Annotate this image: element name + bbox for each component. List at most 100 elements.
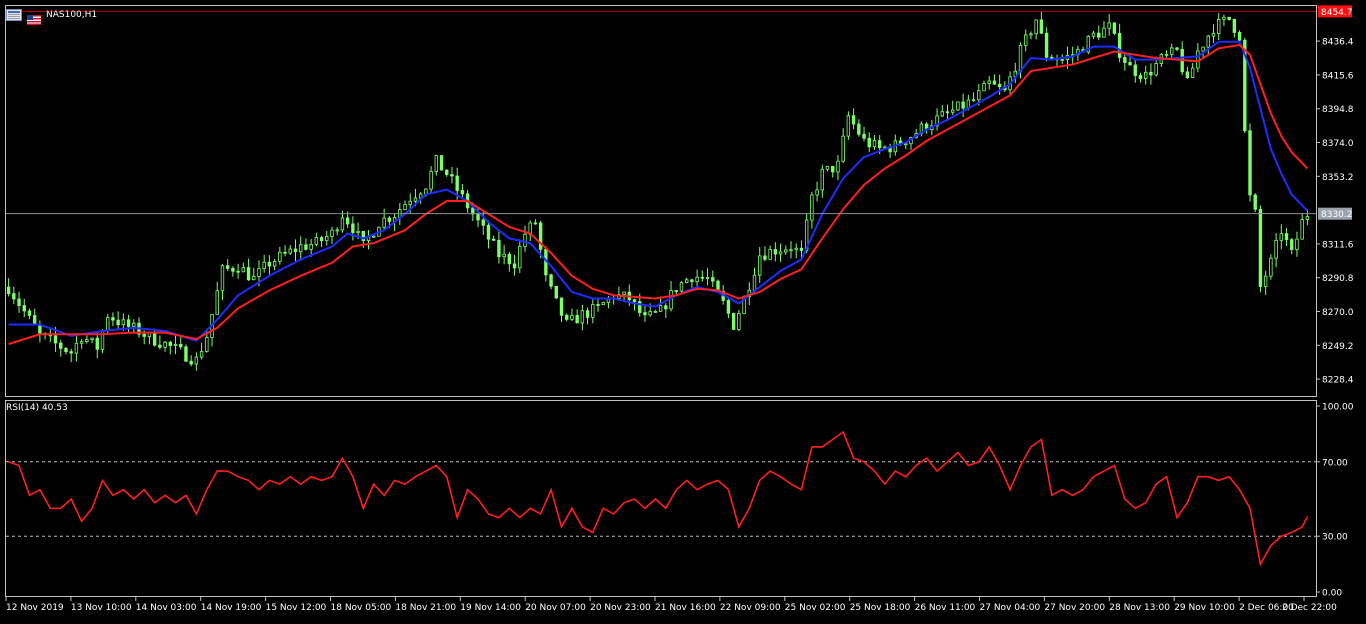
candle <box>711 270 715 288</box>
candle <box>106 314 110 335</box>
candle <box>215 281 219 315</box>
candle <box>1284 228 1289 246</box>
candle <box>319 235 324 248</box>
time-axis: 12 Nov 2019 13 Nov 10:00 14 Nov 03:00 14 No… <box>5 597 1337 613</box>
candle <box>575 309 579 324</box>
candle <box>841 128 845 164</box>
candle <box>758 247 762 283</box>
candle <box>283 245 287 257</box>
candle <box>299 236 303 261</box>
candle <box>596 297 600 312</box>
candle <box>241 262 246 273</box>
rsi-panel[interactable] <box>6 430 1316 567</box>
candle <box>971 92 976 102</box>
candle <box>951 100 955 116</box>
candle <box>491 235 496 242</box>
candle <box>17 291 21 313</box>
rsi-axis: 100.00 70.00 30.00 0.00 <box>1316 403 1354 599</box>
candle <box>1258 205 1263 293</box>
time-tick-label: 25 Nov 18:00 <box>850 603 911 613</box>
candle <box>220 263 225 301</box>
candle <box>961 93 965 117</box>
candle <box>1024 29 1028 52</box>
candle <box>815 181 819 202</box>
time-tick-label: 20 Nov 07:00 <box>525 603 586 613</box>
ma-slow-line <box>8 43 1309 345</box>
price-tick-label: 8394.8 <box>1322 105 1354 115</box>
candle <box>1112 22 1117 36</box>
candle <box>643 304 647 322</box>
candle <box>794 243 798 259</box>
candle <box>611 295 616 305</box>
candle <box>1091 30 1096 39</box>
candle <box>851 108 856 130</box>
price-axis: 8454.7 8330.2 8436.4 8415.6 8394.8 8374.0 8353… <box>1316 5 1354 386</box>
candle <box>272 259 277 270</box>
candle <box>1143 65 1148 85</box>
candle <box>1295 231 1299 257</box>
candle <box>173 335 178 355</box>
time-tick-label: 21 Nov 16:00 <box>655 603 716 613</box>
candle <box>549 273 553 290</box>
candle <box>705 268 710 286</box>
candle <box>956 101 960 112</box>
candle <box>857 119 861 137</box>
candle <box>132 319 136 334</box>
candle <box>1232 18 1237 38</box>
candle <box>820 164 825 198</box>
candle <box>351 216 355 241</box>
candle <box>1274 233 1278 268</box>
price-tick-label: 8270.0 <box>1322 308 1354 318</box>
candle <box>935 108 939 131</box>
time-tick-label: 12 Nov 2019 <box>6 603 64 613</box>
candle <box>1097 25 1101 41</box>
candle <box>382 208 386 230</box>
candle <box>486 220 491 249</box>
candle <box>111 312 115 327</box>
candle <box>293 239 298 262</box>
candle <box>429 166 433 194</box>
candle <box>512 254 517 276</box>
candle <box>1300 213 1304 240</box>
candle <box>69 348 73 363</box>
candle <box>726 296 731 319</box>
candle <box>1123 52 1127 71</box>
candle <box>1149 63 1153 85</box>
price-panel[interactable] <box>6 10 1316 371</box>
candle <box>987 75 991 90</box>
candle <box>518 239 522 274</box>
candle <box>1117 23 1122 63</box>
candle <box>12 286 16 305</box>
candle <box>810 191 814 229</box>
time-tick-label: 25 Nov 02:00 <box>785 603 846 613</box>
candle <box>85 335 89 344</box>
candle <box>601 301 605 306</box>
candle <box>1039 11 1044 35</box>
chart-window: 8454.7 8330.2 8436.4 8415.6 8394.8 8374.0 8353… <box>0 0 1366 620</box>
candle <box>278 246 282 265</box>
candle <box>6 278 11 297</box>
candle <box>982 80 986 92</box>
candle <box>335 226 339 236</box>
candle <box>304 238 308 251</box>
time-tick-label: 19 Nov 14:00 <box>460 603 521 613</box>
candle <box>252 267 256 281</box>
candle <box>497 231 501 264</box>
price-badge-label: 8454.7 <box>1321 8 1353 18</box>
candle <box>523 225 527 252</box>
candle <box>1305 209 1310 226</box>
candle <box>789 241 793 259</box>
candle <box>570 308 574 322</box>
candle <box>325 230 329 246</box>
candle <box>580 304 585 331</box>
candle <box>528 220 532 241</box>
candle <box>888 143 892 158</box>
candle <box>684 277 689 284</box>
chart-window-icon[interactable] <box>6 6 22 25</box>
candle <box>74 336 79 362</box>
candle <box>862 126 866 142</box>
us-flag-icon <box>27 10 41 25</box>
price-tick-label: 8290.8 <box>1322 274 1354 284</box>
candle <box>992 74 997 85</box>
candle <box>836 155 840 181</box>
